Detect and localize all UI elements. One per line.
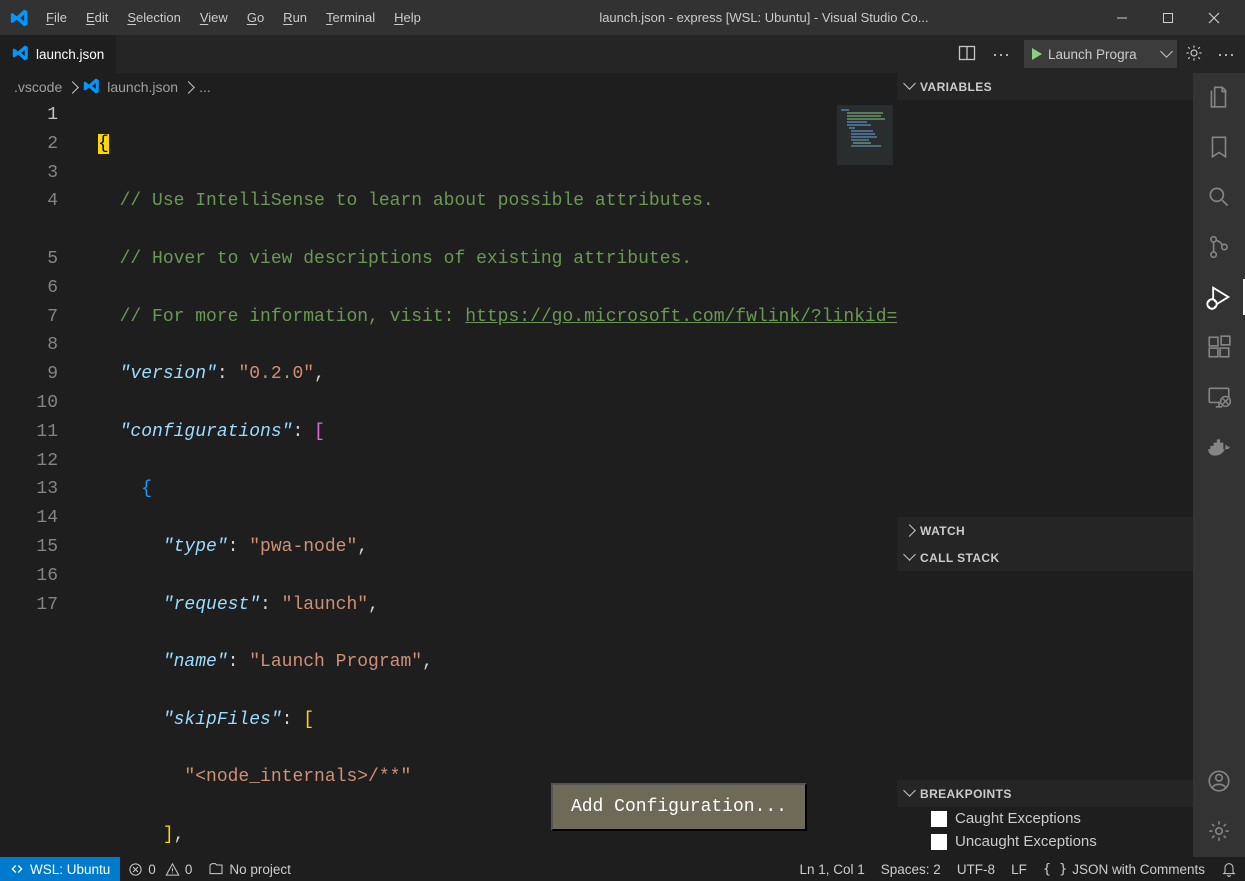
eol[interactable]: LF: [1003, 857, 1035, 881]
watch-label: WATCH: [920, 524, 965, 538]
breakpoints-body: Caught Exceptions Uncaught Exceptions: [897, 807, 1193, 857]
menu-help[interactable]: Help: [386, 6, 429, 29]
tab-bar: launch.json ··· Launch Progra ···: [0, 35, 1245, 73]
notifications-icon[interactable]: [1213, 857, 1245, 881]
main-menu: File Edit Selection View Go Run Terminal…: [38, 6, 429, 29]
chevron-down-icon: [905, 79, 914, 94]
breadcrumb-more[interactable]: ...: [199, 79, 211, 95]
variables-section-header[interactable]: VARIABLES: [897, 73, 1193, 100]
callstack-label: CALL STACK: [920, 551, 1000, 565]
menu-file[interactable]: File: [38, 6, 75, 29]
breakpoints-label: BREAKPOINTS: [920, 787, 1012, 801]
language-mode[interactable]: { } JSON with Comments: [1035, 857, 1213, 881]
chevron-down-icon: [1162, 47, 1171, 62]
watch-section-header[interactable]: WATCH: [897, 517, 1193, 544]
minimap[interactable]: [833, 101, 897, 857]
status-bar: WSL: Ubuntu 0 0 No project Ln 1, Col 1 S…: [0, 857, 1245, 881]
extensions-icon[interactable]: [1205, 333, 1233, 361]
tab-label: launch.json: [36, 47, 104, 62]
problems-indicator[interactable]: 0 0: [120, 857, 200, 881]
chevron-right-icon: [905, 524, 914, 538]
breakpoint-caught[interactable]: Caught Exceptions: [897, 807, 1193, 830]
tab-launch-json[interactable]: launch.json: [0, 35, 117, 73]
more-actions-icon[interactable]: ···: [992, 44, 1010, 65]
chevron-right-icon: [184, 79, 193, 95]
account-icon[interactable]: [1205, 767, 1233, 795]
split-editor-icon[interactable]: [958, 44, 976, 65]
docker-icon[interactable]: [1205, 433, 1233, 461]
window-minimize-button[interactable]: [1099, 0, 1145, 35]
menu-edit[interactable]: Edit: [78, 6, 116, 29]
gear-icon[interactable]: [1185, 44, 1203, 65]
callstack-section-header[interactable]: CALL STACK: [897, 544, 1193, 571]
callstack-body: [897, 571, 1193, 780]
breakpoints-section-header[interactable]: BREAKPOINTS: [897, 780, 1193, 807]
indentation[interactable]: Spaces: 2: [873, 857, 949, 881]
menu-selection[interactable]: Selection: [119, 6, 188, 29]
vscode-logo-icon: [8, 6, 32, 30]
menu-go[interactable]: Go: [239, 6, 272, 29]
debug-panel: VARIABLES WATCH CALL STACK BREAKPOINTS C…: [897, 73, 1193, 857]
menu-view[interactable]: View: [192, 6, 236, 29]
source-control-icon[interactable]: [1205, 233, 1233, 261]
chevron-right-icon: [68, 79, 77, 95]
cursor-position[interactable]: Ln 1, Col 1: [791, 857, 872, 881]
project-indicator[interactable]: No project: [200, 857, 299, 881]
vscode-file-icon: [12, 44, 30, 65]
code-editor[interactable]: 1 234 567 8910 111213 141516 17 { // Use…: [0, 101, 897, 857]
explorer-icon[interactable]: [1205, 83, 1233, 111]
settings-icon[interactable]: [1205, 817, 1233, 845]
title-bar: File Edit Selection View Go Run Terminal…: [0, 0, 1245, 35]
window-title: launch.json - express [WSL: Ubuntu] - Vi…: [429, 10, 1099, 25]
play-icon: [1032, 48, 1042, 60]
bookmark-icon[interactable]: [1205, 133, 1233, 161]
search-icon[interactable]: [1205, 183, 1233, 211]
checkbox-icon[interactable]: [931, 811, 947, 827]
more-icon[interactable]: ···: [1217, 44, 1235, 65]
variables-label: VARIABLES: [920, 80, 992, 94]
window-close-button[interactable]: [1191, 0, 1237, 35]
menu-run[interactable]: Run: [275, 6, 315, 29]
gutter: 1 234 567 8910 111213 141516 17: [0, 101, 84, 857]
run-debug-icon[interactable]: [1205, 283, 1233, 311]
variables-body: [897, 100, 1193, 517]
code-content[interactable]: { // Use IntelliSense to learn about pos…: [84, 101, 833, 857]
breakpoint-uncaught[interactable]: Uncaught Exceptions: [897, 830, 1193, 853]
breadcrumb-folder[interactable]: .vscode: [14, 79, 62, 95]
chevron-down-icon: [905, 786, 914, 801]
remote-explorer-icon[interactable]: [1205, 383, 1233, 411]
debug-config-selector[interactable]: Launch Progra: [1024, 40, 1177, 68]
chevron-down-icon: [905, 550, 914, 565]
debug-config-label: Launch Progra: [1048, 47, 1156, 62]
checkbox-icon[interactable]: [931, 834, 947, 850]
breadcrumbs[interactable]: .vscode launch.json ...: [0, 73, 897, 101]
menu-terminal[interactable]: Terminal: [318, 6, 383, 29]
vscode-file-icon: [83, 77, 101, 98]
encoding[interactable]: UTF-8: [949, 857, 1003, 881]
remote-indicator[interactable]: WSL: Ubuntu: [0, 857, 120, 881]
breadcrumb-file[interactable]: launch.json: [107, 79, 178, 95]
add-configuration-button[interactable]: Add Configuration...: [551, 783, 807, 831]
activity-bar: [1193, 73, 1245, 857]
window-maximize-button[interactable]: [1145, 0, 1191, 35]
editor-pane: .vscode launch.json ... 1 234 567 8910 1…: [0, 73, 897, 857]
